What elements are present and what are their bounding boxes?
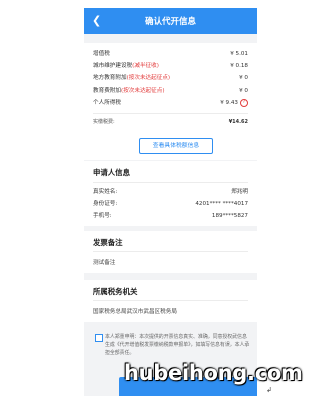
divider — [93, 182, 248, 183]
tax-value: ¥ 0 — [239, 75, 248, 81]
field-value: 4201**** ****4017 — [195, 201, 248, 207]
total-label: 实缴税费: — [93, 119, 115, 125]
tax-value: ¥ 0 — [239, 88, 248, 94]
divider — [93, 113, 248, 114]
tax-value: ¥ 0.18 — [230, 63, 248, 69]
authority-text: 国家税务总局武汉市武昌区税务局 — [93, 309, 177, 315]
tax-label: 教育费附加(按次未达起征点) — [93, 88, 165, 94]
section-title-authority: 所属税务机关 — [93, 287, 138, 296]
phone-screen: ❮ 确认代开信息 增值税 ¥ 5.01 城市维护建设税(减半征收) ¥ 0.18… — [84, 8, 257, 396]
tax-label: 城市维护建设税(减半征收) — [93, 63, 159, 69]
field-label: 身份证号: — [93, 201, 118, 207]
watermark-text: hubeihong.com — [124, 361, 303, 385]
field-label: 真实姓名: — [93, 189, 118, 195]
applicant-info-card: 申请人信息 真实姓名: 郑兆明 身份证号: 4201**** ****4017 … — [84, 161, 257, 226]
tax-label: 个人所得税 — [93, 100, 121, 106]
field-label: 手机号: — [93, 213, 112, 219]
help-question-icon[interactable]: ? — [240, 98, 248, 107]
top-nav-bar: ❮ 确认代开信息 — [84, 8, 257, 34]
tax-label: 增值税 — [93, 51, 110, 57]
divider — [93, 300, 248, 301]
consent-declaration: 本人郑重申明：本次提供的开票信息真实、准确，同意授权武信息生成《代开增值税发票缴… — [93, 333, 250, 361]
tax-row-income: 个人所得税 ¥ 9.43? — [93, 98, 248, 108]
section-title-applicant: 申请人信息 — [93, 168, 130, 177]
tax-row-vat: 增值税 ¥ 5.01 — [93, 49, 248, 59]
field-value: 189****5827 — [211, 213, 248, 219]
tax-row-city-construction: 城市维护建设税(减半征收) ¥ 0.18 — [93, 61, 248, 71]
tax-authority-card: 所属税务机关 国家税务总局武汉市武昌区税务局 — [84, 280, 257, 322]
field-row-name: 真实姓名: 郑兆明 — [93, 187, 248, 197]
total-value: ¥14.62 — [228, 119, 248, 125]
tax-row-local-education: 地方教育附加(按次未达起征点) ¥ 0 — [93, 73, 248, 83]
remark-text: 测试备注 — [93, 260, 116, 266]
invoice-remark-card: 发票备注 测试备注 — [84, 231, 257, 273]
tax-value: ¥ 9.43? — [220, 98, 248, 108]
tax-total-row: 实缴税费: ¥14.62 — [93, 117, 248, 127]
section-title-remark: 发票备注 — [93, 238, 123, 247]
field-value: 郑兆明 — [231, 189, 248, 195]
tax-row-education: 教育费附加(按次未达起征点) ¥ 0 — [93, 86, 248, 96]
view-tax-detail-button[interactable]: 查看具体税额信息 — [139, 138, 213, 154]
page-title: 确认代开信息 — [144, 17, 196, 27]
tax-label: 地方教育附加(按次未达起征点) — [93, 75, 171, 81]
tax-value: ¥ 5.01 — [230, 51, 248, 57]
text-cursor-icon: ↲ — [266, 386, 272, 394]
field-row-id-number: 身份证号: 4201**** ****4017 — [93, 199, 248, 209]
consent-checkbox[interactable] — [95, 334, 103, 342]
divider — [93, 251, 248, 252]
field-row-phone: 手机号: 189****5827 — [93, 211, 248, 221]
consent-text: 本人郑重申明：本次提供的开票信息真实、准确，同意授权武信息生成《代开增值税发票缴… — [105, 334, 250, 356]
